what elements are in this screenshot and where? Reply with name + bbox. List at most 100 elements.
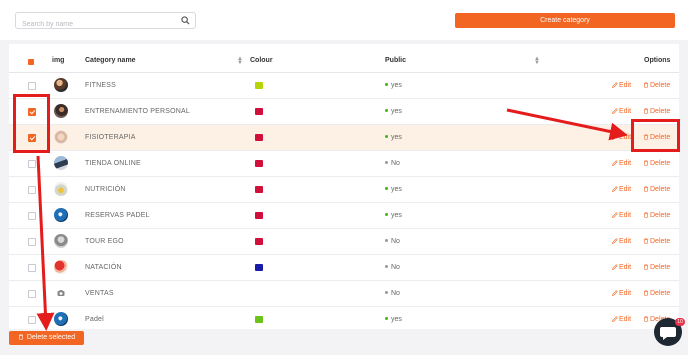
colour-swatch xyxy=(255,108,263,115)
row-checkbox[interactable] xyxy=(28,238,36,246)
trash-icon xyxy=(644,264,648,270)
row-checkbox[interactable] xyxy=(28,134,36,142)
category-avatar xyxy=(54,312,68,326)
category-avatar xyxy=(54,104,68,118)
edit-button[interactable]: Edit xyxy=(612,108,631,115)
delete-label: Delete xyxy=(650,186,671,193)
select-all-checkbox[interactable] xyxy=(28,59,34,65)
delete-label: Delete xyxy=(650,290,671,297)
status-dot-icon xyxy=(385,212,388,216)
trash-icon xyxy=(644,238,648,244)
table-header: img Category name ▲ ▼ Colour Public ▲ ▼ Op… xyxy=(9,50,679,73)
category-avatar xyxy=(54,156,68,170)
row-checkbox[interactable] xyxy=(28,82,36,90)
status-dot-icon xyxy=(385,186,388,190)
public-value: yes xyxy=(391,134,402,141)
edit-button[interactable]: Edit xyxy=(612,290,631,297)
create-category-button[interactable]: Create category xyxy=(455,13,675,28)
category-avatar xyxy=(54,208,68,222)
delete-button[interactable]: Delete xyxy=(643,290,670,297)
pencil-icon xyxy=(612,238,618,244)
public-status: No xyxy=(385,264,400,271)
status-dot-icon xyxy=(385,82,388,86)
category-avatar xyxy=(54,182,68,196)
public-value: yes xyxy=(391,186,402,193)
category-avatar xyxy=(54,260,68,274)
delete-label: Delete xyxy=(650,212,671,219)
category-name: NATACIÓN xyxy=(85,264,122,271)
delete-button[interactable]: Delete xyxy=(643,212,670,219)
row-checkbox[interactable] xyxy=(28,108,36,116)
edit-label: Edit xyxy=(619,212,632,219)
category-name: ENTRENAMIENTO PERSONAL xyxy=(85,108,191,115)
delete-button[interactable]: Delete xyxy=(643,82,670,89)
edit-button[interactable]: Edit xyxy=(612,238,631,245)
table-row: TOUR EGO No Edit Delete xyxy=(9,229,679,255)
public-status: yes xyxy=(385,134,402,141)
edit-button[interactable]: Edit xyxy=(612,134,631,141)
edit-button[interactable]: Edit xyxy=(612,316,631,323)
public-status: yes xyxy=(385,186,402,193)
category-name: TIENDA ONLINE xyxy=(85,160,141,167)
row-checkbox[interactable] xyxy=(28,212,36,220)
trash-icon xyxy=(644,108,648,114)
status-dot-icon xyxy=(385,264,388,268)
chat-notification-badge: 10 xyxy=(675,318,685,326)
public-status: No xyxy=(385,238,400,245)
colour-swatch xyxy=(255,238,263,245)
search-icon[interactable] xyxy=(181,16,190,25)
row-checkbox[interactable] xyxy=(28,264,36,272)
delete-button[interactable]: Delete xyxy=(643,238,670,245)
search-input[interactable] xyxy=(16,17,176,32)
delete-button[interactable]: Delete xyxy=(643,134,670,141)
edit-button[interactable]: Edit xyxy=(612,264,631,271)
edit-label: Edit xyxy=(619,290,632,297)
category-avatar xyxy=(54,130,68,144)
public-value: yes xyxy=(391,82,402,89)
category-name: NUTRICIÓN xyxy=(85,186,126,193)
edit-button[interactable]: Edit xyxy=(612,160,631,167)
category-avatar xyxy=(54,234,68,248)
public-value: No xyxy=(391,238,400,245)
table-row: FISIOTERAPIA yes Edit Delete xyxy=(9,125,679,151)
trash-icon xyxy=(644,290,648,296)
status-dot-icon xyxy=(385,290,388,294)
public-value: yes xyxy=(391,108,402,115)
colour-swatch xyxy=(255,82,263,89)
pencil-icon xyxy=(612,212,618,218)
header-public[interactable]: Public xyxy=(385,57,406,64)
delete-button[interactable]: Delete xyxy=(643,108,670,115)
edit-button[interactable]: Edit xyxy=(612,212,631,219)
table-row: NATACIÓN No Edit Delete xyxy=(9,255,679,281)
table-row: ENTRENAMIENTO PERSONAL yes Edit Delete xyxy=(9,99,679,125)
pencil-icon xyxy=(612,264,618,270)
colour-swatch xyxy=(255,316,263,323)
public-status: yes xyxy=(385,212,402,219)
delete-button[interactable]: Delete xyxy=(643,186,670,193)
edit-button[interactable]: Edit xyxy=(612,82,631,89)
sort-icon[interactable]: ▲ ▼ xyxy=(534,56,540,66)
row-checkbox[interactable] xyxy=(28,290,36,298)
table-row: NUTRICIÓN yes Edit Delete xyxy=(9,177,679,203)
header-options: Options xyxy=(644,57,671,64)
header-category-name[interactable]: Category name xyxy=(85,57,136,64)
delete-selected-button[interactable]: Delete selected xyxy=(9,331,84,345)
public-status: yes xyxy=(385,108,402,115)
delete-button[interactable]: Delete xyxy=(643,160,670,167)
row-checkbox[interactable] xyxy=(28,160,36,168)
delete-button[interactable]: Delete xyxy=(643,264,670,271)
edit-button[interactable]: Edit xyxy=(612,186,631,193)
pencil-icon xyxy=(612,186,618,192)
row-checkbox[interactable] xyxy=(28,316,36,324)
pencil-icon xyxy=(612,134,618,140)
trash-icon xyxy=(644,134,648,140)
sort-icon[interactable]: ▲ ▼ xyxy=(237,56,243,66)
public-value: No xyxy=(391,290,400,297)
status-dot-icon xyxy=(385,238,388,242)
category-name: RESERVAS PADEL xyxy=(85,212,150,219)
row-checkbox[interactable] xyxy=(28,186,36,194)
edit-label: Edit xyxy=(619,160,632,167)
edit-label: Edit xyxy=(619,238,632,245)
search-box[interactable] xyxy=(15,12,196,32)
trash-icon xyxy=(644,186,648,192)
